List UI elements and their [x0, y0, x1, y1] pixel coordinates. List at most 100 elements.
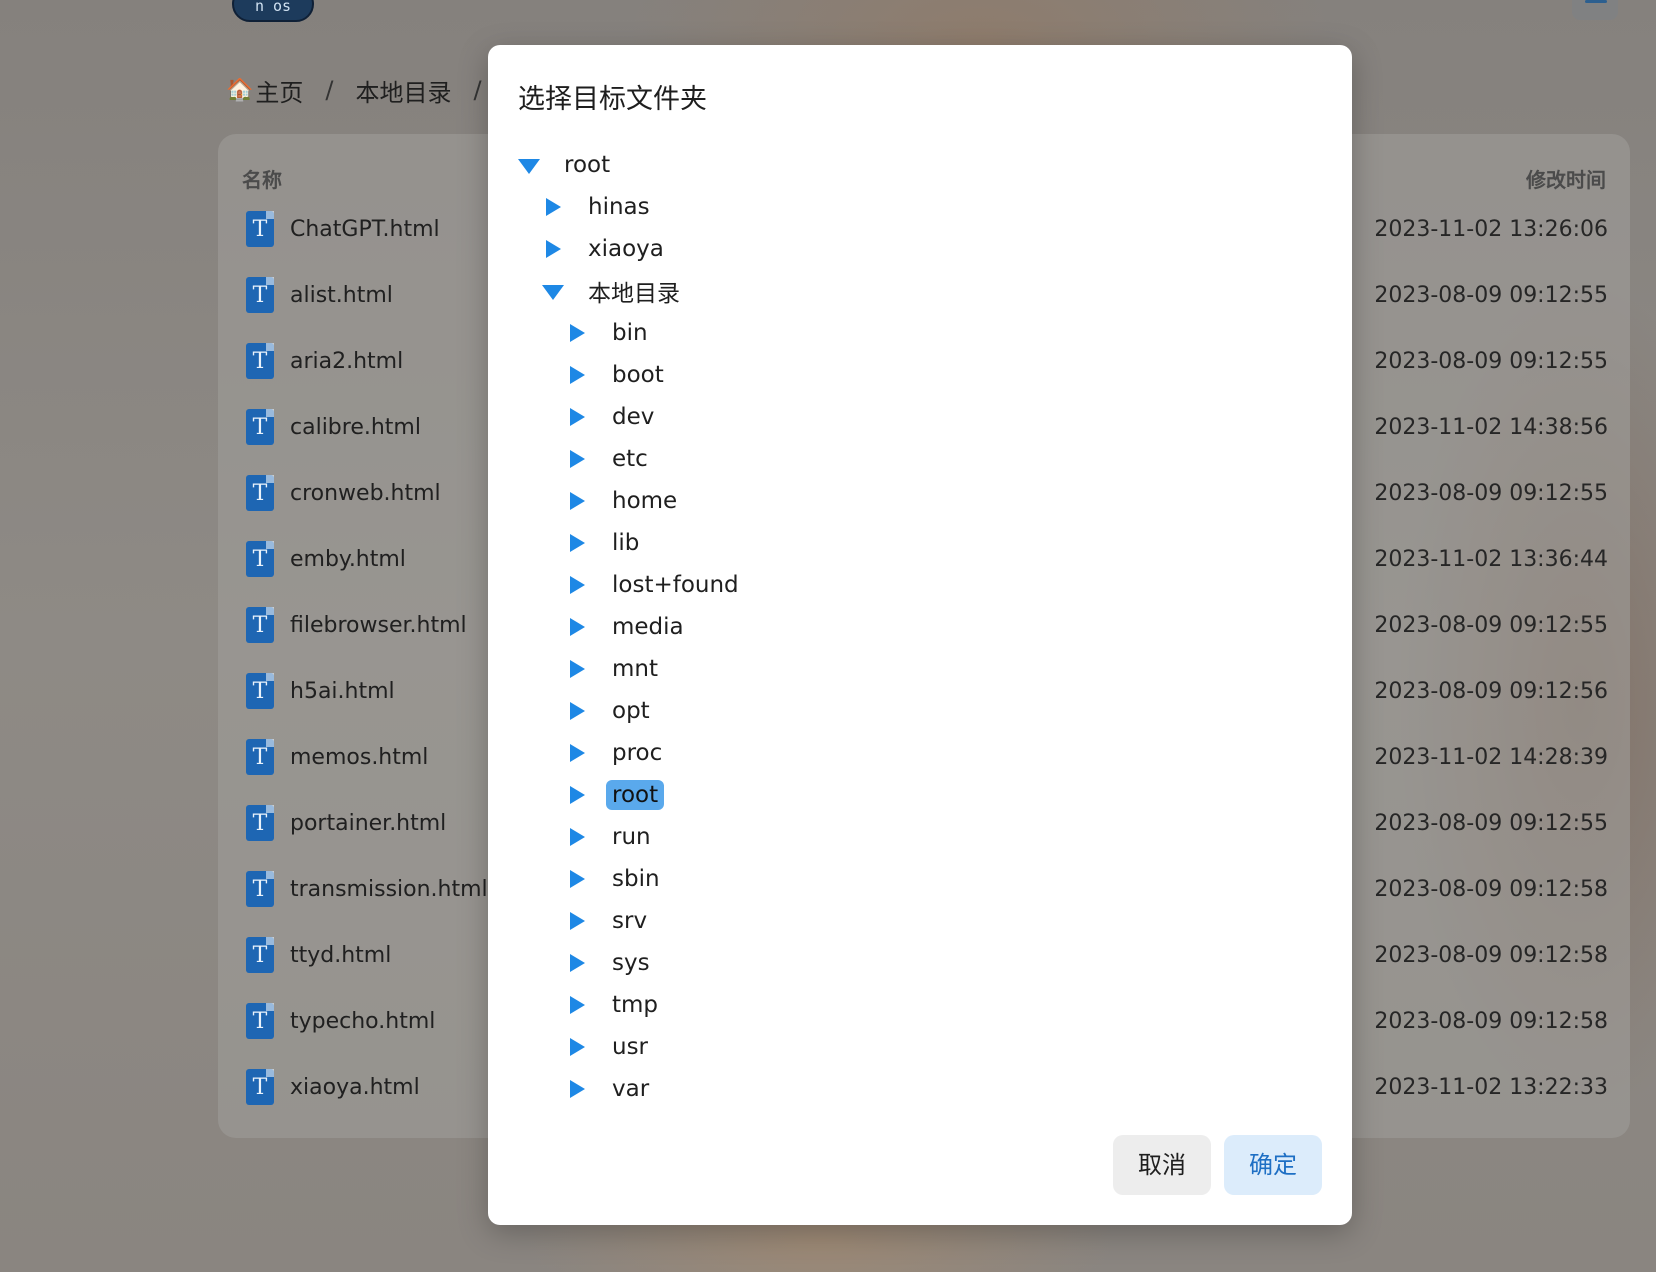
caret-right-icon[interactable]	[566, 1036, 588, 1058]
tree-node[interactable]: hinas	[542, 187, 656, 227]
caret-right-icon[interactable]	[566, 532, 588, 554]
caret-right-icon[interactable]	[566, 826, 588, 848]
file-name[interactable]: aria2.html	[290, 349, 403, 374]
caret-right-icon[interactable]	[566, 490, 588, 512]
tree-node[interactable]: home	[566, 481, 683, 521]
tree-node-label[interactable]: usr	[606, 1032, 654, 1062]
tree-node[interactable]: root	[566, 775, 665, 815]
tree-node-label[interactable]: sbin	[606, 864, 666, 894]
caret-right-icon[interactable]	[542, 238, 564, 260]
tree-node-label[interactable]: srv	[606, 906, 653, 936]
tree-node-label[interactable]: var	[606, 1074, 655, 1104]
caret-right-icon[interactable]	[566, 700, 588, 722]
text-file-icon: T	[246, 277, 274, 313]
tree-node[interactable]: run	[566, 817, 657, 857]
caret-right-icon[interactable]	[566, 364, 588, 386]
caret-right-icon[interactable]	[566, 406, 588, 428]
tree-node[interactable]: xiaoya	[542, 229, 670, 269]
file-name[interactable]: xiaoya.html	[290, 1075, 420, 1100]
file-name[interactable]: cronweb.html	[290, 481, 441, 506]
tree-node-label[interactable]: root	[606, 780, 665, 810]
caret-right-icon[interactable]	[566, 616, 588, 638]
tree-node[interactable]: sys	[566, 943, 656, 983]
file-name[interactable]: h5ai.html	[290, 679, 395, 704]
tree-node-label[interactable]: etc	[606, 444, 654, 474]
file-name[interactable]: transmission.html	[290, 877, 488, 902]
tree-node-label[interactable]: mnt	[606, 654, 664, 684]
caret-right-icon[interactable]	[566, 910, 588, 932]
file-name[interactable]: alist.html	[290, 283, 393, 308]
file-mtime: 2023-11-02 14:28:39	[1374, 744, 1608, 770]
list-view-button[interactable]	[1572, 0, 1618, 20]
tree-node-label[interactable]: root	[558, 150, 616, 180]
file-name[interactable]: filebrowser.html	[290, 613, 467, 638]
tree-node-label[interactable]: proc	[606, 738, 668, 768]
file-name[interactable]: memos.html	[290, 745, 428, 770]
file-mtime: 2023-08-09 09:12:55	[1374, 480, 1608, 506]
caret-right-icon[interactable]	[566, 742, 588, 764]
tree-node-label[interactable]: boot	[606, 360, 670, 390]
confirm-button[interactable]: 确定	[1224, 1135, 1322, 1195]
cancel-button[interactable]: 取消	[1113, 1135, 1211, 1195]
tree-node[interactable]: bin	[566, 313, 654, 353]
tree-node[interactable]: etc	[566, 439, 654, 479]
tree-node-label[interactable]: 本地目录	[582, 272, 686, 310]
file-mtime: 2023-08-09 09:12:55	[1374, 282, 1608, 308]
caret-right-icon[interactable]	[566, 994, 588, 1016]
caret-right-icon[interactable]	[566, 952, 588, 974]
tree-node-label[interactable]: run	[606, 822, 657, 852]
tree-node-label[interactable]: xiaoya	[582, 234, 670, 264]
tree-node-label[interactable]: media	[606, 612, 690, 642]
tree-node[interactable]: lost+found	[566, 565, 745, 605]
tree-node[interactable]: sbin	[566, 859, 666, 899]
tree-node[interactable]: proc	[566, 733, 668, 773]
text-file-icon: T	[246, 871, 274, 907]
tree-node-label[interactable]: tmp	[606, 990, 664, 1020]
file-name[interactable]: ttyd.html	[290, 943, 391, 968]
tree-node-label[interactable]: home	[606, 486, 683, 516]
tree-node-label[interactable]: sys	[606, 948, 656, 978]
caret-right-icon[interactable]	[542, 196, 564, 218]
tree-node[interactable]: boot	[566, 355, 670, 395]
caret-right-icon[interactable]	[566, 574, 588, 596]
tree-node[interactable]: usr	[566, 1027, 654, 1067]
tree-node[interactable]: srv	[566, 901, 653, 941]
tree-node[interactable]: 本地目录	[542, 271, 686, 311]
app-logo[interactable]: n os	[232, 0, 314, 22]
file-mtime: 2023-11-02 13:26:06	[1374, 216, 1608, 242]
tree-node[interactable]: var	[566, 1069, 655, 1109]
house-icon: 🏠	[226, 77, 254, 103]
column-header-name[interactable]: 名称	[242, 164, 282, 193]
caret-right-icon[interactable]	[566, 1078, 588, 1100]
tree-node[interactable]: mnt	[566, 649, 664, 689]
breadcrumb-home[interactable]: 主页	[255, 73, 303, 108]
tree-node-label[interactable]: dev	[606, 402, 660, 432]
breadcrumb-item-local-dir[interactable]: 本地目录	[356, 73, 452, 108]
tree-node[interactable]: media	[566, 607, 690, 647]
tree-node[interactable]: root	[518, 145, 616, 185]
file-name[interactable]: emby.html	[290, 547, 406, 572]
caret-right-icon[interactable]	[566, 784, 588, 806]
tree-node[interactable]: dev	[566, 397, 660, 437]
caret-down-icon[interactable]	[542, 280, 564, 302]
caret-down-icon[interactable]	[518, 154, 540, 176]
tree-node[interactable]: lib	[566, 523, 645, 563]
breadcrumb-separator: /	[325, 76, 334, 104]
file-name[interactable]: calibre.html	[290, 415, 421, 440]
column-header-mtime[interactable]: 修改时间	[1526, 164, 1606, 193]
file-name[interactable]: typecho.html	[290, 1009, 435, 1034]
file-name[interactable]: ChatGPT.html	[290, 217, 440, 242]
file-mtime: 2023-08-09 09:12:58	[1374, 876, 1608, 902]
tree-node[interactable]: tmp	[566, 985, 664, 1025]
tree-node-label[interactable]: opt	[606, 696, 656, 726]
caret-right-icon[interactable]	[566, 868, 588, 890]
tree-node-label[interactable]: lost+found	[606, 570, 745, 600]
file-name[interactable]: portainer.html	[290, 811, 446, 836]
tree-node-label[interactable]: hinas	[582, 192, 656, 222]
caret-right-icon[interactable]	[566, 658, 588, 680]
tree-node[interactable]: opt	[566, 691, 656, 731]
caret-right-icon[interactable]	[566, 448, 588, 470]
tree-node-label[interactable]: lib	[606, 528, 645, 558]
tree-node-label[interactable]: bin	[606, 318, 654, 348]
caret-right-icon[interactable]	[566, 322, 588, 344]
